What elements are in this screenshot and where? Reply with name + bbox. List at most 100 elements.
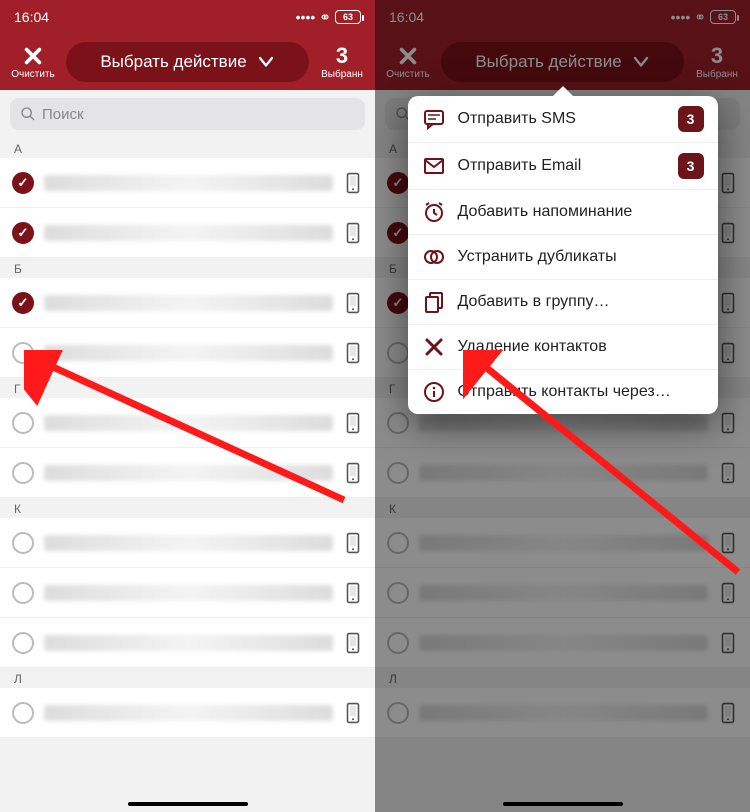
popup-item-email[interactable]: Отправить Email3 [408, 143, 718, 190]
contact-row[interactable] [0, 208, 375, 258]
checkbox[interactable] [12, 172, 34, 194]
close-icon [22, 45, 44, 67]
contact-row[interactable] [0, 398, 375, 448]
contact-row[interactable] [0, 518, 375, 568]
toolbar: Очистить Выбрать действие 3 Выбранн [375, 34, 750, 90]
popup-label: Устранить дубликаты [458, 248, 704, 266]
checkbox[interactable] [12, 632, 34, 654]
checkbox[interactable] [387, 172, 409, 194]
signal-icon: •••• [296, 9, 316, 25]
phone-icon [718, 292, 738, 314]
popup-item-dup[interactable]: Устранить дубликаты [408, 235, 718, 280]
contact-name-blurred [419, 705, 708, 721]
contact-row[interactable] [0, 618, 375, 668]
chevron-down-icon [632, 52, 650, 70]
contact-row[interactable] [0, 568, 375, 618]
contact-name-blurred [419, 585, 708, 601]
popup-item-alarm[interactable]: Добавить напоминание [408, 190, 718, 235]
contact-name-blurred [419, 415, 708, 431]
contact-name-blurred [44, 345, 333, 361]
status-right: •••• ⚭ 63 [671, 9, 736, 26]
contact-name-blurred [44, 635, 333, 651]
info-icon [422, 380, 446, 404]
select-action-button[interactable]: Выбрать действие [441, 42, 684, 82]
phone-icon [718, 412, 738, 434]
section-header: А [0, 138, 375, 158]
popup-item-delete[interactable]: Удаление контактов [408, 325, 718, 370]
dup-icon [422, 245, 446, 269]
checkbox[interactable] [387, 222, 409, 244]
contact-row[interactable] [0, 278, 375, 328]
checkbox[interactable] [12, 342, 34, 364]
status-bar: 16:04 •••• ⚭ 63 [0, 0, 375, 34]
phone-icon [718, 582, 738, 604]
phone-icon [343, 632, 363, 654]
checkbox[interactable] [387, 702, 409, 724]
contact-row[interactable] [375, 448, 750, 498]
action-label: Выбрать действие [100, 52, 246, 72]
delete-icon [422, 335, 446, 359]
screen-action-menu: 16:04 •••• ⚭ 63 Очистить Выбрать действи… [375, 0, 750, 812]
select-action-button[interactable]: Выбрать действие [66, 42, 309, 82]
search-input[interactable]: Поиск [10, 98, 365, 130]
contact-name-blurred [44, 175, 333, 191]
popup-item-group[interactable]: Добавить в группу… [408, 280, 718, 325]
checkbox[interactable] [387, 342, 409, 364]
selected-count[interactable]: 3 Выбранн [315, 45, 369, 80]
phone-icon [343, 412, 363, 434]
checkbox[interactable] [12, 702, 34, 724]
checkbox[interactable] [12, 462, 34, 484]
popup-label: Добавить напоминание [458, 203, 704, 221]
contact-row[interactable] [0, 448, 375, 498]
home-indicator[interactable] [128, 802, 248, 806]
phone-icon [718, 222, 738, 244]
contact-name-blurred [419, 535, 708, 551]
contact-name-blurred [44, 415, 333, 431]
popup-badge: 3 [678, 153, 704, 179]
checkbox[interactable] [387, 412, 409, 434]
popup-item-sms[interactable]: Отправить SMS3 [408, 96, 718, 143]
link-icon: ⚭ [694, 9, 706, 26]
checkbox[interactable] [387, 632, 409, 654]
action-label: Выбрать действие [475, 52, 621, 72]
contact-list[interactable]: АБГКЛ [0, 138, 375, 738]
contact-row[interactable] [375, 518, 750, 568]
contact-row[interactable] [375, 618, 750, 668]
popup-label: Отправить контакты через… [458, 383, 704, 401]
contact-row[interactable] [375, 568, 750, 618]
contact-row[interactable] [0, 158, 375, 208]
clear-label: Очистить [11, 69, 55, 80]
alarm-icon [422, 200, 446, 224]
contact-row[interactable] [375, 688, 750, 738]
checkbox[interactable] [387, 292, 409, 314]
checkbox[interactable] [387, 462, 409, 484]
section-header: К [0, 498, 375, 518]
checkbox[interactable] [387, 532, 409, 554]
battery-icon: 63 [710, 10, 736, 24]
checkbox[interactable] [387, 582, 409, 604]
section-header: Б [0, 258, 375, 278]
selected-count[interactable]: 3 Выбранн [690, 45, 744, 80]
signal-icon: •••• [671, 9, 691, 25]
checkbox[interactable] [12, 582, 34, 604]
checkbox[interactable] [12, 292, 34, 314]
search-placeholder: Поиск [42, 106, 84, 123]
phone-icon [718, 342, 738, 364]
checkbox[interactable] [12, 412, 34, 434]
popup-label: Удаление контактов [458, 338, 704, 356]
checkbox[interactable] [12, 532, 34, 554]
checkbox[interactable] [12, 222, 34, 244]
clear-button[interactable]: Очистить [6, 45, 60, 80]
clear-button[interactable]: Очистить [381, 45, 435, 80]
phone-icon [343, 582, 363, 604]
close-icon [397, 45, 419, 67]
contact-row[interactable] [0, 688, 375, 738]
home-indicator[interactable] [503, 802, 623, 806]
link-icon: ⚭ [319, 9, 331, 26]
phone-icon [718, 702, 738, 724]
contact-row[interactable] [0, 328, 375, 378]
section-header: К [375, 498, 750, 518]
status-time: 16:04 [389, 9, 424, 25]
toolbar: Очистить Выбрать действие 3 Выбранн [0, 34, 375, 90]
popup-item-info[interactable]: Отправить контакты через… [408, 370, 718, 414]
